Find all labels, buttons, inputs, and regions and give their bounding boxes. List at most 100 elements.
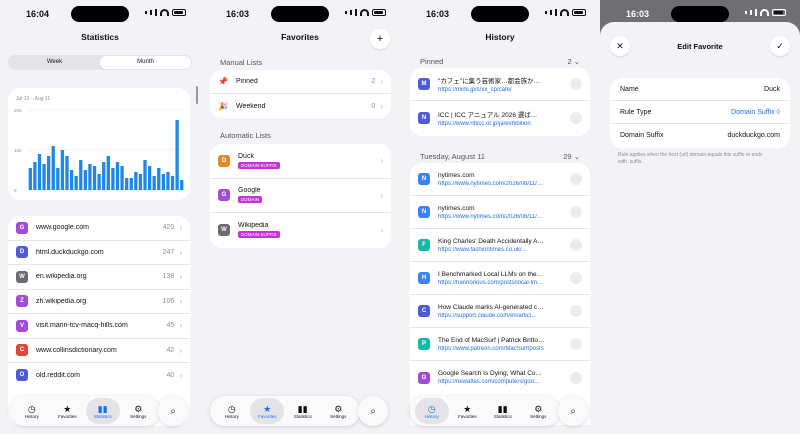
tab-statistics[interactable]: ▮▮ Statistics [486,398,520,424]
chart-bar[interactable] [37,154,42,190]
search-button[interactable]: ⌕ [158,396,188,426]
chart-bar[interactable] [180,180,184,190]
more-button[interactable] [570,272,582,284]
field-input[interactable]: Duck [700,86,780,93]
day-count[interactable]: 29 ⌄ [563,152,580,161]
chart-bar[interactable] [33,162,37,190]
chart-bar[interactable] [74,176,78,190]
history-row[interactable]: Nnytimes.com https://www.nytimes.com/2026… [410,196,590,229]
segment-month[interactable]: Month [100,56,191,69]
chart-bar[interactable] [69,170,74,190]
chevron-right-icon: › [179,247,182,257]
chart-bar[interactable] [28,168,32,190]
history-row[interactable]: N ICC | ICC アニュアル 2026 選ば… https://www.ntt… [410,101,590,134]
more-button[interactable] [570,371,582,384]
chart-bar[interactable] [92,166,97,190]
history-url[interactable]: https://www.patreon.com/MacSurf/posts [438,346,564,352]
chart-bar[interactable] [106,156,110,190]
chart-bar[interactable] [60,150,65,190]
chart-bar[interactable] [120,166,124,190]
chart-bar[interactable] [170,176,175,190]
site-row[interactable]: Oold.reddit.com 40 › [8,363,190,388]
add-favorite-button[interactable]: + [370,29,390,49]
chart-bar[interactable] [83,170,88,190]
chart-bar[interactable] [88,164,92,190]
history-url[interactable]: https://www.ntticc.or.jp/ja/exhibition [438,121,564,127]
tab-history[interactable]: ◷ History [15,398,49,424]
history-url[interactable]: https://newatlas.com/computers/goo… [438,379,564,385]
chart-bar[interactable] [166,172,170,190]
chart-bar[interactable] [56,168,60,190]
rule-type-picker[interactable]: Domain Suffix ◊ [700,109,780,116]
search-button[interactable]: ⌕ [358,396,388,426]
chart-bar[interactable] [143,160,147,190]
tab-history[interactable]: ◷ History [414,398,449,424]
chart-bar[interactable] [129,178,133,190]
history-row[interactable]: M "カフェ"に集う芸術家…都会族か… https://mimi.jp/s/xx_c… [410,68,590,101]
chart-bar[interactable] [147,166,152,190]
chart-bar[interactable] [138,174,143,190]
tab-favorites[interactable]: ★ Favorites [50,398,84,424]
site-row[interactable]: Vvisit.marin-tcv-macq-hills.com 45 › [8,314,190,339]
chart-bar[interactable] [42,164,46,190]
site-row[interactable]: Dhtml.duckduckgo.com 247 › [8,241,190,265]
history-url[interactable]: https://hannonous.com/posts/local-lm… [438,280,564,286]
history-url[interactable]: https://www.fashiontimes.co.uk/… [438,247,564,253]
tab-settings[interactable]: ⚙ Settings [321,398,355,424]
chart-bar[interactable] [111,168,115,190]
chart-bar[interactable] [152,176,156,190]
tab-settings[interactable]: ⚙ Settings [121,398,155,424]
history-url[interactable]: https://www.nytimes.com/2026/08/11/… [438,214,564,220]
manual-list-row[interactable]: 📌 Pinned 2 › [210,70,391,94]
more-button[interactable] [570,206,582,218]
manual-list-row[interactable]: 🎉 Weekend 0 › [210,94,391,118]
history-url[interactable]: https://support.claude.com/en/articl… [438,313,564,319]
history-row[interactable]: Nnytimes.com https://www.nytimes.com/2026… [410,163,590,196]
history-row[interactable]: G Google Search Is Dying, What Co… https:/… [410,361,590,394]
more-button[interactable] [570,305,582,317]
field-input[interactable]: duckduckgo.com [700,132,780,139]
tab-favorites[interactable]: ★ Favorites [250,398,285,424]
history-row[interactable]: H I Benchmarked Local LLMs on the… https:/… [410,262,590,295]
search-button[interactable]: ⌕ [558,396,588,426]
chart-bar[interactable] [157,168,161,190]
segment-week[interactable]: Week [9,56,100,69]
scrollbar[interactable] [196,86,198,104]
more-button[interactable] [570,173,582,185]
tab-favorites[interactable]: ★ Favorites [450,398,484,424]
chart-bar[interactable] [51,146,55,190]
site-row[interactable]: Zzh.wikipedia.org 106 › [8,290,190,314]
history-url[interactable]: https://www.nytimes.com/2026/08/11/… [438,181,564,187]
chart-bar[interactable] [115,162,120,190]
chart-bar[interactable] [79,160,83,190]
chart-bar[interactable] [134,172,138,190]
pinned-count[interactable]: 2 ⌄ [567,57,580,66]
history-row[interactable]: C How Claude marks AI-generated c… https:/… [410,295,590,328]
more-button[interactable] [570,78,582,90]
automatic-list-row[interactable]: D Duck DOMAIN-SUFFIX › [210,144,391,179]
history-row[interactable]: F King Charles' Death Accidentally A… http… [410,229,590,262]
site-row[interactable]: Wen.wikipedia.org 138 › [8,265,190,290]
chart-bar[interactable] [97,174,101,190]
chart-bar[interactable] [161,174,166,190]
chart-bar[interactable] [175,120,179,190]
automatic-list-row[interactable]: G Google DOMAIN › [210,179,391,213]
save-button[interactable]: ✓ [770,36,790,56]
chart-bar[interactable] [102,162,106,190]
more-button[interactable] [570,338,582,350]
more-button[interactable] [570,111,582,124]
chart-bar[interactable] [124,178,129,190]
tab-statistics[interactable]: ▮▮ Statistics [286,398,320,424]
history-url[interactable]: https://mimi.jp/s/xx_cp/cafe/ [438,87,564,93]
tab-statistics[interactable]: ▮▮ Statistics [85,398,120,424]
more-button[interactable] [570,239,582,251]
tab-history[interactable]: ◷ History [215,398,249,424]
status-icons [345,9,386,16]
tab-settings[interactable]: ⚙ Settings [521,398,555,424]
chart-bar[interactable] [65,156,69,190]
site-row[interactable]: Gwww.google.com 420 › [8,216,190,241]
site-row[interactable]: Cwww.collinsdictionary.com 42 › [8,339,190,363]
history-row[interactable]: P The End of MacSurf | Patrick Britto… htt… [410,328,590,361]
chart-bar[interactable] [46,156,51,190]
automatic-list-row[interactable]: W Wikipedia DOMAIN-SUFFIX › [210,213,391,248]
